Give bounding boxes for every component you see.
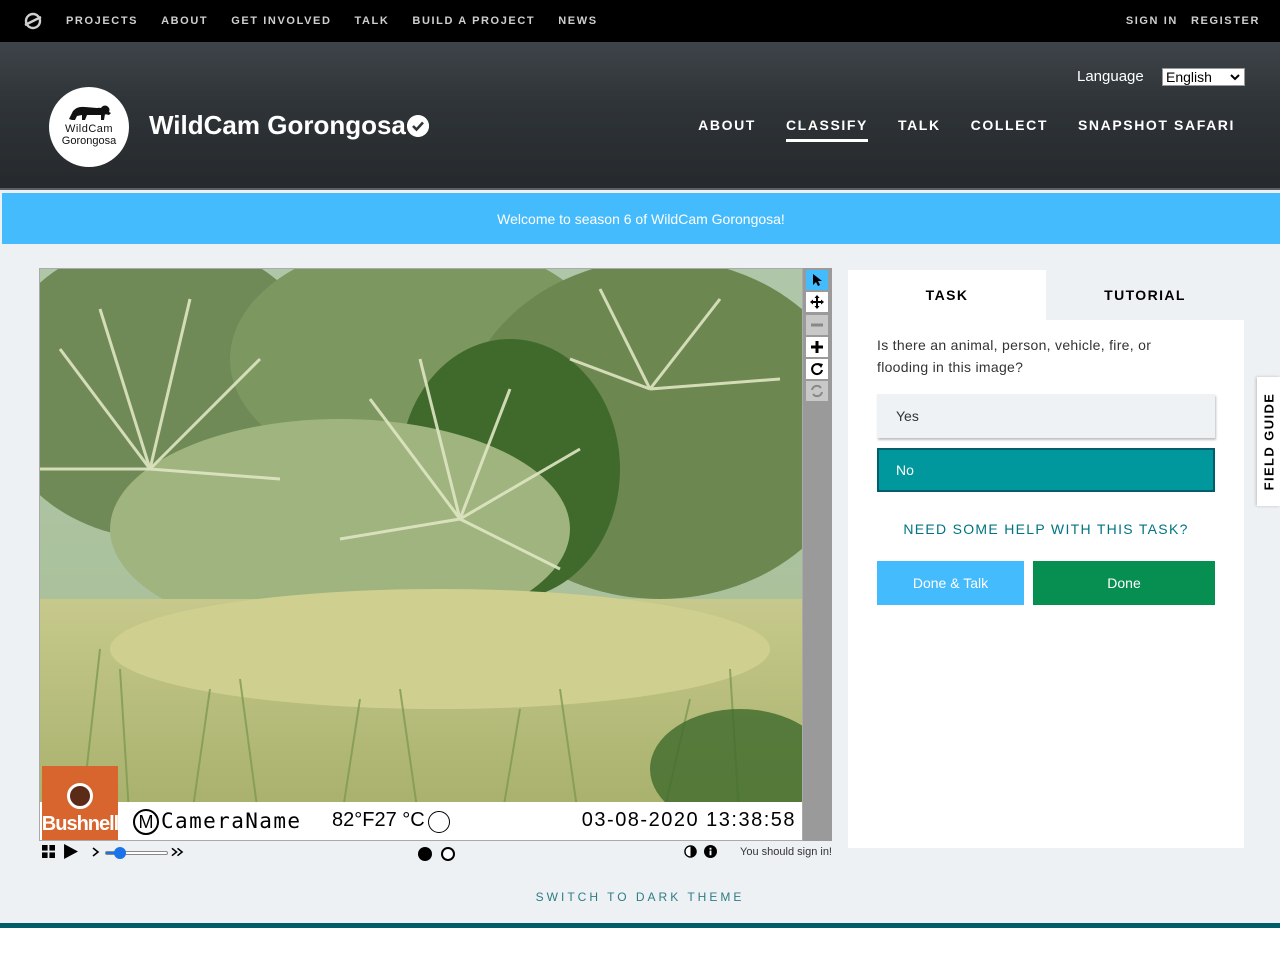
answer-no-label: No [896, 462, 914, 478]
task-help-link[interactable]: NEED SOME HELP WITH THIS TASK? [848, 521, 1244, 537]
footer [0, 928, 1280, 973]
rotate-button[interactable] [806, 359, 828, 379]
verified-badge-icon [407, 115, 429, 137]
announcement-banner: Welcome to season 6 of WildCam Gorongosa… [2, 193, 1280, 244]
chevron-right-icon[interactable] [92, 847, 100, 857]
camera-name: CameraName [161, 809, 302, 833]
task-panel: TASK TUTORIAL Is there an animal, person… [848, 270, 1244, 848]
zoom-in-icon [811, 341, 823, 353]
zoom-in-button[interactable] [806, 337, 828, 357]
language-label: Language [1077, 68, 1144, 85]
camera-datetime: 03-08-2020 13:38:58 [581, 809, 796, 831]
playback-speed-slider[interactable] [105, 847, 168, 859]
pan-icon [810, 295, 824, 309]
sign-in-link[interactable]: SIGN IN [1126, 15, 1178, 27]
project-avatar[interactable]: WildCam Gorongosa [49, 87, 129, 167]
project-nav-snapshot-safari[interactable]: SNAPSHOT SAFARI [1078, 117, 1235, 142]
project-nav-collect[interactable]: COLLECT [971, 117, 1048, 142]
switch-dark-theme-link[interactable]: SWITCH TO DARK THEME [0, 890, 1280, 904]
camera-mode-icon: M [133, 809, 159, 835]
viewer-controls: You should sign in! [39, 842, 834, 864]
project-nav-about[interactable]: ABOUT [698, 117, 756, 142]
zooniverse-logo-icon[interactable] [23, 11, 43, 31]
project-navigation: ABOUT CLASSIFY TALK COLLECT SNAPSHOT SAF… [668, 117, 1235, 142]
answer-yes-button[interactable]: Yes [877, 394, 1215, 438]
camera-temperature: 82°F27 °C [332, 809, 425, 831]
avatar-text-line1: WildCam [64, 123, 114, 135]
pointer-tool-button[interactable] [806, 270, 828, 290]
avatar-text-line2: Gorongosa [61, 135, 117, 147]
frame-dot-active[interactable] [418, 847, 432, 861]
reset-icon [811, 384, 823, 398]
register-link[interactable]: REGISTER [1191, 15, 1260, 27]
camera-trap-photo [40, 269, 802, 840]
pan-tool-button[interactable] [806, 292, 828, 312]
topnav-news-link[interactable]: NEWS [558, 15, 597, 27]
answer-no-button[interactable]: No [877, 448, 1215, 492]
field-guide-tab[interactable]: FIELD GUIDE [1257, 377, 1280, 506]
field-guide-label: FIELD GUIDE [1261, 392, 1276, 491]
language-select-value: English [1166, 69, 1212, 85]
tab-task[interactable]: TASK [848, 270, 1046, 320]
project-nav-talk[interactable]: TALK [898, 117, 941, 142]
frame-dot[interactable] [441, 847, 455, 861]
rotate-icon [811, 363, 823, 376]
chevron-down-icon [1230, 74, 1240, 81]
grid-view-icon[interactable] [42, 845, 55, 858]
project-nav-classify[interactable]: CLASSIFY [785, 117, 868, 142]
top-navigation: PROJECTS ABOUT GET INVOLVED TALK BUILD A… [0, 0, 1280, 42]
announcement-text: Welcome to season 6 of WildCam Gorongosa… [497, 210, 785, 227]
double-chevron-right-icon[interactable] [171, 847, 184, 857]
play-icon[interactable] [63, 844, 78, 859]
reset-button[interactable] [806, 381, 828, 401]
sign-in-hint: You should sign in! [740, 846, 832, 858]
project-title[interactable]: WildCam Gorongosa [149, 110, 406, 140]
language-select[interactable]: English [1162, 68, 1245, 86]
project-header: WildCam Gorongosa WildCam Gorongosa Lang… [0, 42, 1280, 190]
bushnell-emblem-icon [67, 783, 93, 809]
contrast-icon[interactable] [684, 845, 697, 858]
lion-logo-icon [69, 105, 111, 120]
done-and-talk-button[interactable]: Done & Talk [877, 561, 1024, 605]
topnav-talk-link[interactable]: TALK [355, 15, 390, 27]
topnav-build-project-link[interactable]: BUILD A PROJECT [412, 15, 535, 27]
subject-image[interactable]: Bushnell M CameraName 82°F27 °C 03-08-20… [39, 268, 803, 841]
zoom-out-button[interactable] [806, 315, 828, 335]
tab-tutorial[interactable]: TUTORIAL [1046, 270, 1244, 320]
pointer-icon [813, 274, 822, 286]
topnav-get-involved-link[interactable]: GET INVOLVED [231, 15, 331, 27]
info-icon[interactable] [704, 845, 717, 858]
viewer-toolbar [803, 268, 832, 841]
slider-thumb[interactable] [114, 847, 126, 859]
camera-brand: Bushnell [41, 813, 119, 835]
topnav-about-link[interactable]: ABOUT [161, 15, 208, 27]
topnav-projects-link[interactable]: PROJECTS [66, 15, 138, 27]
zoom-out-icon [811, 323, 823, 327]
moon-phase-icon [428, 811, 450, 833]
done-button[interactable]: Done [1033, 561, 1215, 605]
answer-yes-label: Yes [896, 408, 919, 424]
bushnell-logo: Bushnell [41, 766, 119, 840]
task-question: Is there an animal, person, vehicle, fir… [877, 337, 1152, 375]
